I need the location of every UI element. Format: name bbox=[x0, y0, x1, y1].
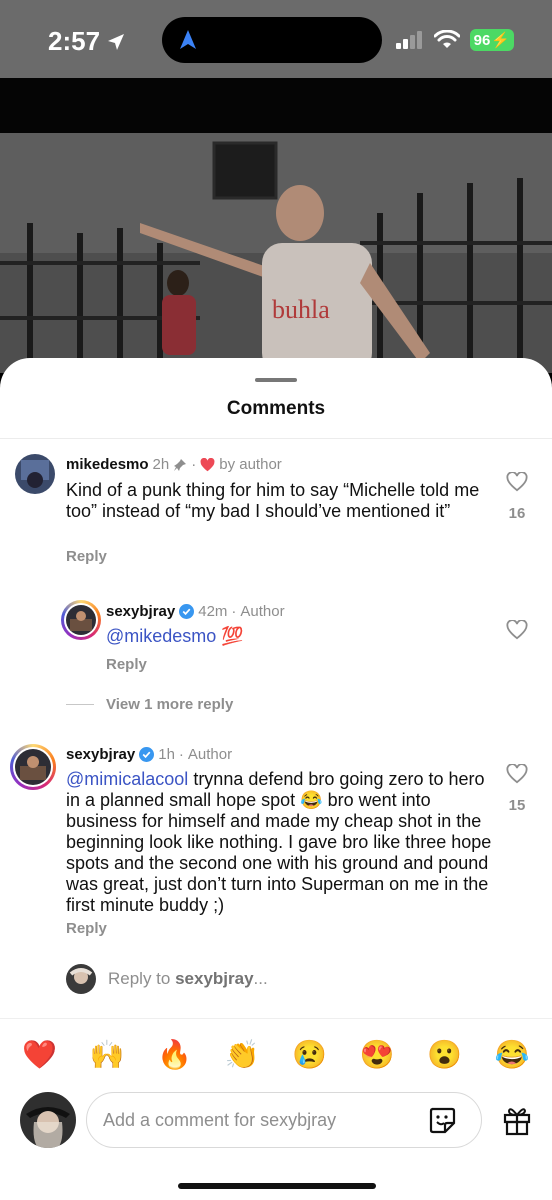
status-time: 2:57 bbox=[48, 26, 126, 57]
like-button[interactable] bbox=[495, 619, 539, 645]
video-letterbox bbox=[0, 78, 552, 133]
avatar[interactable] bbox=[10, 744, 56, 790]
like-count: 15 bbox=[508, 797, 526, 814]
reply-to-bar[interactable]: Reply to sexybjray... bbox=[66, 964, 268, 994]
home-indicator[interactable] bbox=[178, 1183, 376, 1189]
video-frame-image: buhla bbox=[0, 133, 552, 373]
emoji-heart-eyes-button[interactable]: 😍 bbox=[355, 1038, 399, 1071]
status-bar: 2:57 96 ⚡ bbox=[0, 0, 552, 78]
heart-outline-icon[interactable] bbox=[506, 619, 528, 640]
comment-composer: Add a comment for sexybjray bbox=[0, 1090, 552, 1170]
emoji-wow-button[interactable]: 😮 bbox=[423, 1038, 467, 1071]
emoji-raised-hands-button[interactable]: 🙌 bbox=[85, 1038, 129, 1071]
comment-emoji: 😂 bbox=[300, 790, 323, 810]
view-more-label[interactable]: View 1 more reply bbox=[106, 696, 233, 713]
status-indicators: 96 ⚡ bbox=[395, 29, 514, 51]
comment-input[interactable]: Add a comment for sexybjray bbox=[86, 1092, 482, 1148]
reply-to-label[interactable]: Reply to sexybjray... bbox=[108, 969, 268, 989]
comment-meta: mikedesmo 2h · by author bbox=[66, 456, 282, 473]
gift-icon[interactable] bbox=[502, 1104, 532, 1136]
avatar-image bbox=[15, 454, 55, 494]
avatar-image bbox=[20, 1092, 76, 1148]
view-more-line bbox=[66, 704, 94, 705]
dynamic-island bbox=[162, 17, 382, 63]
emoji-fire-button[interactable]: 🔥 bbox=[153, 1038, 197, 1071]
meta-dot: · bbox=[191, 456, 197, 473]
comment-input-placeholder: Add a comment for sexybjray bbox=[103, 1110, 337, 1130]
current-user-avatar bbox=[66, 964, 96, 994]
reply-button[interactable]: Reply bbox=[66, 548, 107, 565]
reply-username[interactable]: sexybjray bbox=[106, 603, 175, 620]
svg-text:buhla: buhla bbox=[272, 295, 330, 324]
comment-meta: sexybjray 1h · Author bbox=[66, 746, 232, 763]
reply-to-username: sexybjray bbox=[175, 969, 254, 988]
verified-badge-icon bbox=[179, 604, 195, 619]
view-more-replies[interactable]: View 1 more reply bbox=[66, 696, 233, 713]
sheet-grabber[interactable] bbox=[255, 378, 297, 382]
emoji-quick-reactions: ❤️ 🙌 🔥 👏 😢 😍 😮 😂 bbox=[0, 1018, 552, 1090]
reply-text: @mikedesmo 💯 bbox=[106, 626, 244, 647]
avatar-image bbox=[15, 749, 51, 785]
emoji-cry-button[interactable]: 😢 bbox=[288, 1038, 332, 1071]
like-button[interactable]: 15 bbox=[495, 763, 539, 814]
meta-dot: · bbox=[231, 603, 237, 620]
comment-text: Kind of a punk thing for him to say “Mic… bbox=[66, 480, 480, 521]
wifi-icon bbox=[433, 30, 460, 48]
comment-username[interactable]: mikedesmo bbox=[66, 456, 149, 473]
location-arrow-icon bbox=[108, 33, 125, 50]
reply-to-prefix: Reply to bbox=[108, 969, 176, 988]
avatar[interactable] bbox=[15, 454, 55, 494]
reply-button[interactable]: Reply bbox=[106, 656, 147, 673]
emoji-laugh-button[interactable]: 😂 bbox=[490, 1038, 534, 1071]
battery-icon: 96 ⚡ bbox=[469, 29, 514, 51]
reply-to-suffix: ... bbox=[253, 969, 268, 988]
battery-level: 96 bbox=[473, 31, 491, 49]
reply-meta: sexybjray 42m · Author bbox=[106, 603, 285, 620]
like-button[interactable]: 16 bbox=[495, 471, 539, 522]
mention-link[interactable]: @mikedesmo bbox=[106, 626, 216, 646]
comment-text: @mimicalacool trynna defend bro going ze… bbox=[66, 769, 492, 916]
avatar-image bbox=[66, 605, 96, 635]
comment-time: 1h bbox=[158, 746, 175, 763]
author-tag: Author bbox=[240, 603, 285, 620]
like-count: 16 bbox=[508, 505, 526, 522]
time-text: 2:57 bbox=[48, 26, 101, 56]
sticker-icon[interactable] bbox=[427, 1105, 457, 1135]
reply-time: 42m bbox=[198, 603, 228, 620]
reply-button[interactable]: Reply bbox=[66, 920, 107, 937]
comment-time: 2h bbox=[152, 456, 170, 473]
sheet-title: Comments bbox=[226, 398, 326, 419]
emoji-clap-button[interactable]: 👏 bbox=[220, 1038, 264, 1071]
avatar-image bbox=[66, 964, 96, 994]
heart-filled-icon bbox=[200, 457, 215, 471]
navigation-arrow-icon bbox=[180, 30, 196, 49]
mention-link[interactable]: @mimicalacool bbox=[66, 769, 188, 789]
video-player[interactable]: buhla bbox=[0, 133, 552, 373]
current-user-avatar[interactable] bbox=[20, 1092, 76, 1148]
heart-outline-icon[interactable] bbox=[506, 763, 528, 784]
avatar[interactable] bbox=[61, 600, 101, 640]
heart-outline-icon[interactable] bbox=[506, 471, 528, 492]
charging-bolt-icon: ⚡ bbox=[491, 32, 510, 49]
author-tag: Author bbox=[187, 746, 233, 763]
meta-dot: · bbox=[178, 746, 184, 763]
comments-sheet: Comments mikedesmo 2h · by author Kind o… bbox=[0, 358, 552, 1200]
cellular-signal-icon bbox=[395, 31, 422, 49]
comment-username[interactable]: sexybjray bbox=[66, 746, 135, 763]
reply-emoji: 💯 bbox=[221, 626, 244, 646]
liked-by-author: by author bbox=[219, 456, 282, 473]
verified-badge-icon bbox=[139, 747, 155, 762]
header-divider bbox=[0, 438, 552, 439]
emoji-heart-button[interactable]: ❤️ bbox=[18, 1038, 62, 1071]
pin-icon bbox=[174, 458, 187, 471]
